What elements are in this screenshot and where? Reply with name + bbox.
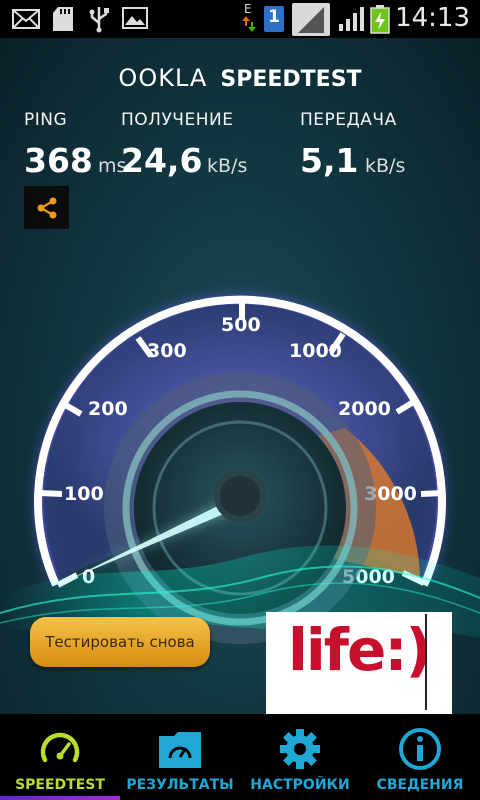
nav-label-speedtest: SPEEDTEST xyxy=(15,777,105,793)
gauge-tick-label: 200 xyxy=(88,398,128,420)
mail-icon xyxy=(12,9,40,29)
battery-charging-icon xyxy=(370,5,390,34)
gauge-tick-label: 2000 xyxy=(338,398,391,420)
status-bar: E 1 14:13 xyxy=(0,0,480,38)
nav-item-results[interactable]: РЕЗУЛЬТАТЫ xyxy=(120,714,240,800)
usb-icon xyxy=(89,7,109,33)
gauge-tick-label: 500 xyxy=(221,314,261,336)
gauge-tick-label: 300 xyxy=(147,340,187,362)
signal-icon xyxy=(339,7,364,31)
gear-icon xyxy=(280,729,320,769)
gauge-tick-label: 1000 xyxy=(289,340,342,362)
image-icon xyxy=(122,7,148,29)
gauge-tick-label: 100 xyxy=(64,483,104,505)
network-type-label: E xyxy=(244,2,252,16)
nav-item-info[interactable]: СВЕДЕНИЯ xyxy=(360,714,480,800)
nav-label-results: РЕЗУЛЬТАТЫ xyxy=(126,777,234,793)
info-icon xyxy=(399,728,441,770)
results-folder-icon xyxy=(159,732,201,768)
active-tab-indicator xyxy=(0,796,120,800)
ad-divider xyxy=(425,614,427,710)
nav-label-settings: НАСТРОЙКИ xyxy=(250,777,350,793)
retest-button[interactable]: Тестировать снова xyxy=(30,617,210,667)
signal-icon-sim1 xyxy=(292,3,330,36)
bottom-navigation: SPEEDTEST РЕЗУЛЬТАТЫ НАСТРОЙКИ СВЕДЕНИЯ xyxy=(0,714,480,800)
ad-banner[interactable]: life:) xyxy=(266,612,452,714)
sim-badge: 1 xyxy=(268,7,280,27)
data-transfer-icon xyxy=(242,16,256,32)
nav-label-info: СВЕДЕНИЯ xyxy=(376,777,464,793)
speedtest-screen: OOKLA SPEEDTEST PING ПОЛУЧЕНИЕ ПЕРЕДАЧА … xyxy=(0,38,480,714)
nav-item-speedtest[interactable]: SPEEDTEST xyxy=(0,714,120,800)
clock: 14:13 xyxy=(395,3,470,33)
ad-logo-text: life:) xyxy=(288,616,432,684)
sd-card-icon xyxy=(53,7,73,31)
nav-item-settings[interactable]: НАСТРОЙКИ xyxy=(240,714,360,800)
speedometer-icon xyxy=(40,732,80,763)
